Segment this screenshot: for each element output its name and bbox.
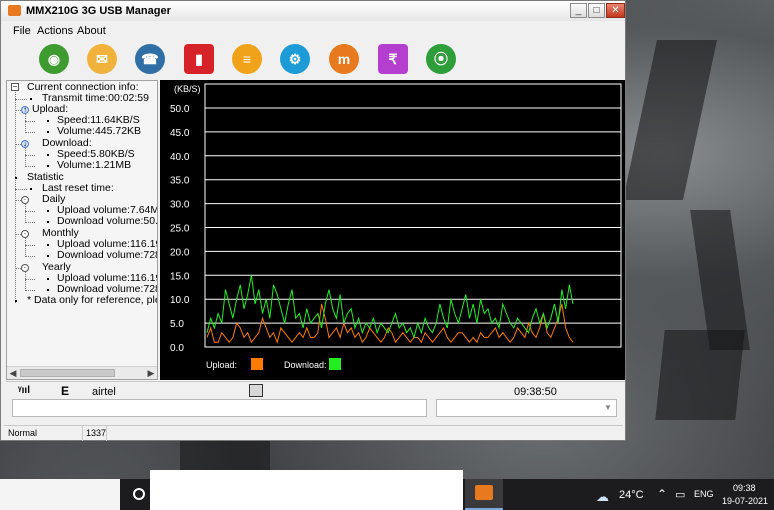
upload-arrow-icon: ↑ [21,105,29,114]
download-arrow-icon: ↓ [21,139,29,148]
clock-date[interactable]: 19-07-2021 [722,496,768,506]
internet-icon[interactable]: ◉ [39,44,69,74]
status-code: 1337 [86,428,107,438]
network-type: E [61,384,70,398]
tree-note: * Data only for reference, pleas [27,294,158,306]
tree-download-volume[interactable]: Volume:1.21MB [57,160,131,171]
scroll-right-icon[interactable]: ▶ [145,367,157,379]
messages-icon[interactable]: ✉ [87,44,117,74]
language-indicator[interactable]: ENG [694,489,714,499]
connection-info-tree: − Current connection info: Transmit time… [6,80,158,380]
y-axis-unit: (KB/S) [174,84,201,94]
taskbar-blank-area [0,479,120,510]
close-button[interactable]: ✕ [606,3,625,18]
connection-status-row: ᵞııl E airtel 09:38:50 [6,381,625,400]
settings-icon[interactable]: ⚙ [280,44,310,74]
y-tick-label: 30.0 [170,200,190,211]
daily-clock-icon: · [21,196,29,204]
micromax-icon[interactable]: m [329,44,359,74]
bottom-status-bar: Normal 1337 [4,425,623,441]
horizontal-scrollbar[interactable]: ◀ ▶ [7,366,157,379]
network-icon[interactable]: ▭ [675,488,685,501]
traffic-chart-svg: 50.0 45.0 40.0 35.0 30.0 25.0 20.0 15.0 10.0 5.0 0… [170,83,622,370]
scrollbar-thumb[interactable] [20,369,115,377]
tree-upload-volume[interactable]: Volume:445.72KB [57,126,141,137]
y-tick-label: 50.0 [170,104,190,115]
app-logo-icon [8,5,21,16]
legend-swatch [329,358,341,370]
chevron-up-icon[interactable]: ⌃ [657,487,667,501]
y-tick-label: 0.0 [170,343,184,354]
traffic-graph: 50.0 45.0 40.0 35.0 30.0 25.0 20.0 15.0 10.0 5.0 0… [160,80,625,380]
signal-strength-icon: ᵞııl [18,385,30,396]
collapse-icon[interactable]: − [11,83,19,91]
y-tick-label: 35.0 [170,176,190,187]
y-tick-label: 5.0 [170,319,184,330]
option-select[interactable]: ▼ [436,399,617,417]
window-title: MMX210G 3G USB Manager [26,5,171,17]
cloud-icon: ☁ [596,489,609,504]
recharge-icon[interactable]: ₹ [378,44,408,74]
tree-daily-download[interactable]: Download volume:50.7 [57,216,157,227]
y-tick-label: 40.0 [170,152,190,163]
monthly-clock-icon: · [21,230,29,238]
connect-icon[interactable]: ⦿ [426,44,456,74]
phone-icon[interactable]: ☎ [135,44,165,74]
storage-icon[interactable]: ≡ [232,44,262,74]
menu-actions[interactable]: Actions [37,25,73,37]
redacted-area [150,470,463,510]
menu-bar: File Actions About [1,22,625,40]
minimize-button[interactable]: _ [570,3,587,18]
chevron-down-icon[interactable]: ▼ [602,402,614,414]
legend-label: Upload: [206,360,237,370]
legend-label: Download: [284,360,327,370]
y-tick-label: 25.0 [170,224,190,235]
y-tick-label: 20.0 [170,247,190,258]
menu-file[interactable]: File [13,25,31,37]
search-circle-icon[interactable] [133,488,145,500]
maximize-button[interactable]: □ [588,3,605,18]
mode-status: Normal [8,428,38,438]
y-tick-label: 15.0 [170,271,190,282]
tree-monthly-download[interactable]: Download volume:728. [57,250,157,261]
yearly-clock-icon: · [21,264,29,272]
y-tick-label: 45.0 [170,128,190,139]
clock-time[interactable]: 09:38 [733,483,756,493]
weather-temp[interactable]: 24°C [619,489,644,501]
app-window: MMX210G 3G USB Manager _ □ ✕ File Action… [0,0,626,441]
app-logo-icon [475,485,493,500]
carrier-name: airtel [92,386,116,398]
title-bar[interactable]: MMX210G 3G USB Manager _ □ ✕ [1,1,625,21]
connection-clock: 09:38:50 [514,386,557,398]
toolbar: ◉ ✉ ☎ ▮ ≡ ⚙ m ₹ ⦿ [1,40,625,80]
contacts-icon[interactable]: ▮ [184,44,214,74]
y-tick-label: 10.0 [170,295,190,306]
menu-about[interactable]: About [77,25,106,37]
device-icon [249,384,263,397]
message-input[interactable] [12,399,427,417]
taskbar-app-button[interactable] [465,479,503,510]
legend-swatch [251,358,263,370]
scroll-left-icon[interactable]: ◀ [7,367,19,379]
